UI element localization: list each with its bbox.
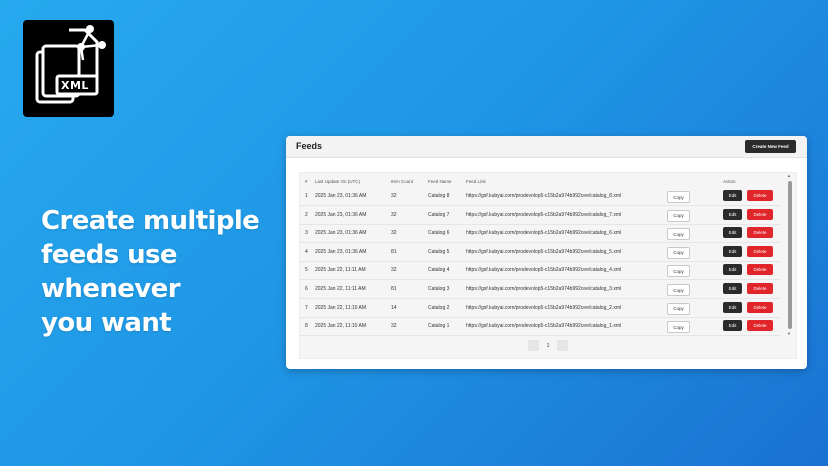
copy-link-button[interactable]: Copy — [667, 321, 690, 334]
row-last-update: 2025 Jan 23, 01:36 AM — [315, 193, 367, 199]
row-feed-name: Catalog 1 — [428, 323, 450, 330]
edit-feed-button[interactable]: Edit — [723, 208, 742, 220]
row-feed-name: Catalog 7 — [428, 211, 450, 218]
table-row: 6 2025 Jan 22, 11:11 AM 81 Catalog 3 https:/… — [300, 280, 780, 299]
row-number: 3 — [305, 230, 308, 237]
copy-link-button[interactable]: Copy — [667, 284, 690, 296]
copy-link-button[interactable]: Copy — [667, 209, 690, 222]
row-feed-link[interactable]: https://gsf.kubyai.com/prodevolop5-c15b2… — [466, 249, 621, 255]
pagination: 1 — [528, 340, 568, 352]
delete-feed-button[interactable]: Delete — [747, 283, 773, 294]
hero-line: feeds use whenever — [41, 240, 181, 304]
column-header-item-count: Item Count — [391, 179, 414, 184]
edit-feed-button[interactable]: Edit — [723, 301, 742, 313]
row-feed-name: Catalog 5 — [428, 248, 450, 255]
hero-line: you want — [41, 308, 172, 338]
row-number: 2 — [305, 211, 308, 218]
table-row: 4 2025 Jan 23, 01:36 AM 81 Catalog 5 https:/… — [300, 243, 780, 262]
row-number: 1 — [305, 193, 308, 199]
row-item-count: 14 — [391, 304, 397, 311]
current-page-number[interactable]: 1 — [543, 340, 553, 351]
table-scrollbar[interactable]: ▲ ▼ — [787, 173, 792, 336]
column-header-feed-link: Feed Link — [466, 179, 486, 184]
edit-feed-button[interactable]: Edit — [723, 320, 742, 332]
row-item-count: 81 — [391, 248, 397, 255]
table-row: 2 2025 Jan 23, 01:36 AM 32 Catalog 7 https:/… — [300, 206, 780, 225]
edit-feed-button[interactable]: Edit — [723, 227, 742, 239]
create-new-feed-button[interactable]: Create New Feed — [745, 140, 796, 153]
app-logo: XML — [23, 20, 114, 117]
copy-link-button[interactable]: Copy — [667, 302, 690, 315]
row-number: 7 — [305, 304, 308, 311]
row-item-count: 81 — [391, 286, 397, 292]
table-row: 5 2025 Jan 22, 11:11 AM 32 Catalog 4 https:/… — [300, 261, 780, 281]
row-feed-name: Catalog 4 — [428, 267, 450, 274]
row-feed-name: Catalog 3 — [428, 286, 450, 292]
row-number: 8 — [305, 323, 308, 330]
row-feed-link[interactable]: https://gsf.kubyai.com/prodevolop5-c15b2… — [466, 212, 621, 218]
row-last-update: 2025 Jan 22, 11:11 AM — [315, 286, 366, 292]
copy-link-button[interactable]: Copy — [667, 265, 690, 278]
row-last-update: 2025 Jan 22, 11:10 AM — [315, 304, 367, 311]
panel-header: Feeds Create New Feed — [286, 136, 807, 158]
previous-page-button[interactable] — [528, 340, 539, 351]
column-header-action: Action — [723, 179, 736, 184]
copy-link-button[interactable]: Copy — [667, 191, 690, 203]
row-feed-link[interactable]: https://gsf.kubyai.com/prodevolop5-c15b2… — [466, 193, 621, 199]
column-header-last-update: Last Update On (UTC) — [315, 179, 361, 184]
delete-feed-button[interactable]: Delete — [747, 227, 773, 239]
row-item-count: 32 — [391, 267, 397, 274]
delete-feed-button[interactable]: Delete — [747, 190, 773, 201]
feeds-panel: Feeds Create New Feed # Last Update On (… — [286, 136, 807, 369]
row-item-count: 32 — [391, 323, 397, 330]
hero-line: Create multiple — [41, 206, 260, 236]
row-last-update: 2025 Jan 23, 01:36 AM — [315, 211, 367, 218]
edit-feed-button[interactable]: Edit — [723, 264, 742, 276]
xml-file-share-icon — [35, 25, 106, 104]
row-number: 4 — [305, 248, 308, 255]
row-item-count: 32 — [391, 211, 397, 218]
copy-link-button[interactable]: Copy — [667, 228, 690, 241]
row-feed-link[interactable]: https://gsf.kubyai.com/prodevolop5-c15b2… — [466, 267, 621, 273]
chevron-down-icon[interactable]: ▼ — [787, 331, 791, 336]
chevron-up-icon[interactable]: ▲ — [787, 173, 791, 178]
delete-feed-button[interactable]: Delete — [747, 264, 773, 276]
copy-link-button[interactable]: Copy — [667, 246, 690, 259]
table-row: 3 2025 Jan 23, 01:36 AM 32 Catalog 6 https:/… — [300, 224, 780, 244]
row-last-update: 2025 Jan 22, 11:10 AM — [315, 323, 367, 330]
row-feed-link[interactable]: https://gsf.kubyai.com/prodevolop5-c15b2… — [466, 323, 621, 329]
row-feed-link[interactable]: https://gsf.kubyai.com/prodevolop5-c15b2… — [466, 230, 621, 236]
row-item-count: 32 — [391, 230, 397, 237]
table-row: 7 2025 Jan 22, 11:10 AM 14 Catalog 2 https:/… — [300, 299, 780, 318]
next-page-button[interactable] — [557, 340, 568, 351]
edit-feed-button[interactable]: Edit — [723, 245, 742, 257]
column-header-number: # — [305, 179, 308, 184]
scrollbar-thumb[interactable] — [788, 181, 792, 329]
page-title: Feeds — [296, 141, 323, 151]
row-feed-name: Catalog 8 — [428, 193, 450, 199]
feeds-table: # Last Update On (UTC) Item Count Feed N… — [299, 172, 797, 359]
row-number: 5 — [305, 267, 308, 274]
hero-text: Create multiple feeds use whenever you w… — [41, 204, 281, 340]
row-last-update: 2025 Jan 23, 01:36 AM — [315, 248, 367, 255]
row-item-count: 32 — [391, 193, 397, 199]
delete-feed-button[interactable]: Delete — [747, 245, 773, 257]
logo-text: XML — [61, 79, 89, 92]
edit-feed-button[interactable]: Edit — [723, 283, 742, 294]
column-header-feed-name: Feed Name — [428, 179, 452, 184]
row-number: 6 — [305, 286, 308, 292]
row-last-update: 2025 Jan 22, 11:11 AM — [315, 267, 366, 274]
row-feed-name: Catalog 2 — [428, 304, 450, 311]
delete-feed-button[interactable]: Delete — [747, 320, 773, 332]
delete-feed-button[interactable]: Delete — [747, 208, 773, 220]
table-header: # Last Update On (UTC) Item Count Feed N… — [300, 173, 780, 187]
row-feed-link[interactable]: https://gsf.kubyai.com/prodevolop5-c15b2… — [466, 286, 621, 292]
row-last-update: 2025 Jan 23, 01:36 AM — [315, 230, 367, 237]
delete-feed-button[interactable]: Delete — [747, 301, 773, 313]
row-feed-name: Catalog 6 — [428, 230, 450, 237]
table-row: 1 2025 Jan 23, 01:36 AM 32 Catalog 8 https:/… — [300, 187, 780, 206]
row-feed-link[interactable]: https://gsf.kubyai.com/prodevolop5-c15b2… — [466, 305, 621, 311]
table-row: 8 2025 Jan 22, 11:10 AM 32 Catalog 1 https:/… — [300, 317, 780, 337]
edit-feed-button[interactable]: Edit — [723, 190, 742, 201]
